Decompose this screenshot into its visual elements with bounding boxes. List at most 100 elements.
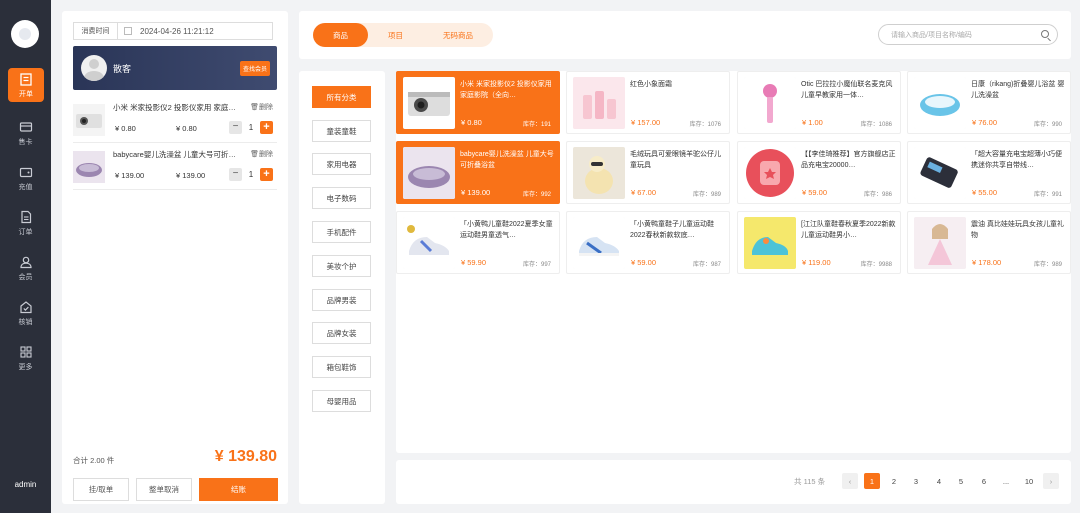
page-button[interactable]: 4 xyxy=(931,473,947,489)
nav-item-orders[interactable]: 订单 xyxy=(0,203,51,243)
microphone-image xyxy=(744,77,796,129)
decrease-quantity-button[interactable]: − xyxy=(229,121,242,134)
delete-button[interactable]: 🗑删除 xyxy=(250,102,273,112)
product-card[interactable]: 红色小象面霜 ¥ 157.00 库存：1076 xyxy=(566,71,730,134)
product-name: 日康（rikang)折叠婴儿浴盆 婴儿洗澡盆 xyxy=(971,81,1065,99)
product-card[interactable]: 【【李佳琦推荐】官方旗舰店正品充电宝20000… ¥ 59.00 库存：986 xyxy=(737,141,901,204)
trash-icon: 🗑 xyxy=(250,104,259,111)
product-card[interactable]: babycare婴儿洗澡盆 儿童大号可折叠浴盆 ¥ 139.00 库存：992 xyxy=(396,141,560,204)
product-card[interactable]: 毛绒玩具可爱眼镜羊驼公仔儿童玩具 ¥ 67.00 库存：989 xyxy=(566,141,730,204)
product-price: ¥ 139.00 xyxy=(461,188,491,197)
product-name: 小米 米家投影仪2 投影仪家用 家庭影院（全向… xyxy=(460,81,552,99)
product-card[interactable]: 震油 真比娃娃玩具女孩儿童礼物 ¥ 178.00 库存：989 xyxy=(907,211,1071,274)
nav-item-more[interactable]: 更多 xyxy=(0,338,51,378)
product-name: 【【李佳琦推荐】官方旗舰店正品充电宝20000… xyxy=(801,151,896,169)
prev-page-button[interactable]: ‹ xyxy=(842,473,858,489)
product-card[interactable]: Otic 巴拉拉小魔仙联名麦克风儿童早教家用一体… ¥ 1.00 库存：1086 xyxy=(737,71,901,134)
cart-item-name: 小米 米家投影仪2 投影仪家用 家庭影院（全向… xyxy=(113,103,238,112)
search-placeholder: 请输入商品/项目名称/编码 xyxy=(891,31,972,39)
cart-item-price: ¥ 139.00 xyxy=(115,171,145,180)
page-button[interactable]: 10 xyxy=(1021,473,1037,489)
category-item[interactable]: 品牌女装 xyxy=(312,322,371,344)
product-stock: 库存：9988 xyxy=(860,262,892,268)
tab-services[interactable]: 项目 xyxy=(368,23,423,47)
nav-item-verify[interactable]: 核销 xyxy=(0,293,51,333)
product-card[interactable]: 「超大容量充电宝超薄小巧便携迷你共享自带线… ¥ 55.00 库存：991 xyxy=(907,141,1071,204)
product-price: ¥ 59.00 xyxy=(802,188,828,197)
increase-quantity-button[interactable]: + xyxy=(260,168,273,181)
delete-button[interactable]: 🗑删除 xyxy=(250,149,273,159)
logo xyxy=(11,20,39,48)
cancel-order-button[interactable]: 整单取消 xyxy=(136,478,192,501)
page-button[interactable]: 2 xyxy=(886,473,902,489)
main-navigation: 开单 售卡 充值 订单 会员 核销 更多 admin xyxy=(0,0,51,513)
consume-time-value: 2024-04-26 11:21:12 xyxy=(140,26,214,36)
page-button[interactable]: 6 xyxy=(976,473,992,489)
category-item[interactable]: 箱包鞋饰 xyxy=(312,356,371,378)
cart-panel: 消费时间 2024-04-26 11:21:12 散客 查找会员 小米 米家投影… xyxy=(62,11,288,504)
nav-item-checkout[interactable]: 开单 xyxy=(8,68,44,102)
page-ellipsis: ... xyxy=(1002,476,1010,486)
trash-icon: 🗑 xyxy=(250,151,259,158)
find-member-button[interactable]: 查找会员 xyxy=(239,61,270,76)
nav-label: 核销 xyxy=(18,318,33,326)
category-item[interactable]: 家用电器 xyxy=(312,153,371,175)
search-input[interactable]: 请输入商品/项目名称/编码 xyxy=(878,24,1058,45)
product-stock: 库存：992 xyxy=(522,192,551,198)
current-user[interactable]: admin xyxy=(0,480,51,489)
nav-item-sell-card[interactable]: 售卡 xyxy=(0,113,51,153)
product-price: ¥ 157.00 xyxy=(631,118,661,127)
bathtub-image xyxy=(73,151,105,183)
category-item[interactable]: 品牌男装 xyxy=(312,289,371,311)
product-stock: 库存：1076 xyxy=(689,122,721,128)
checkout-button[interactable]: 结账 xyxy=(199,478,278,501)
category-item[interactable]: 电子数码 xyxy=(312,187,371,209)
next-page-button[interactable]: › xyxy=(1043,473,1059,489)
category-item[interactable]: 所有分类 xyxy=(312,86,371,108)
product-card[interactable]: 「小黄鸭童鞋子儿童运动鞋2022春秋新款软底… ¥ 59.00 库存：987 xyxy=(566,211,730,274)
page-button[interactable]: 5 xyxy=(953,473,969,489)
category-item[interactable]: 童装童鞋 xyxy=(312,120,371,142)
bathtub-image xyxy=(914,77,966,129)
nav-label: 充值 xyxy=(18,183,33,191)
calendar-icon xyxy=(124,27,132,35)
member-card: 散客 查找会员 xyxy=(73,46,277,90)
product-name: 「小黄鸭童鞋子儿童运动鞋2022春秋新款软底… xyxy=(630,221,714,239)
product-card[interactable]: 小米 米家投影仪2 投影仪家用 家庭影院（全向… ¥ 0.80 库存：191 xyxy=(396,71,560,134)
product-card[interactable]: [江江队童鞋春秋夏季2022新款儿童运动鞋男小… ¥ 119.00 库存：998… xyxy=(737,211,901,274)
category-item[interactable]: 美妆个护 xyxy=(312,255,371,277)
product-price: ¥ 178.00 xyxy=(972,258,1002,267)
nav-item-recharge[interactable]: 充值 xyxy=(0,158,51,198)
tab-no-barcode[interactable]: 无码商品 xyxy=(423,23,493,47)
quantity-value[interactable]: 1 xyxy=(245,170,257,179)
product-price: ¥ 67.00 xyxy=(631,188,657,197)
verify-icon xyxy=(19,300,32,313)
product-price: ¥ 1.00 xyxy=(802,118,823,127)
card-icon xyxy=(19,121,32,132)
quantity-value[interactable]: 1 xyxy=(245,123,257,132)
cart-item-subtotal: ¥ 139.00 xyxy=(176,171,206,180)
product-card[interactable]: 日康（rikang)折叠婴儿浴盆 婴儿洗澡盆 ¥ 76.00 库存：990 xyxy=(907,71,1071,134)
product-card[interactable]: 「小黄鸭儿童鞋2022夏季女童运动鞋男童透气… ¥ 59.90 库存：997 xyxy=(396,211,560,274)
increase-quantity-button[interactable]: + xyxy=(260,121,273,134)
tab-goods[interactable]: 商品 xyxy=(313,23,368,47)
nav-label: 开单 xyxy=(19,90,33,98)
total-amount: ¥ 139.80 xyxy=(214,448,277,465)
search-icon[interactable] xyxy=(1041,30,1049,38)
product-stock: 库存：191 xyxy=(522,122,551,128)
category-item[interactable]: 手机配件 xyxy=(312,221,371,243)
nav-item-members[interactable]: 会员 xyxy=(0,248,51,288)
hold-order-button[interactable]: 挂/取单 xyxy=(73,478,129,501)
product-name: 红色小象面霜 xyxy=(630,81,672,88)
cart-item-subtotal: ¥ 0.80 xyxy=(176,124,197,133)
plush-image xyxy=(573,147,625,199)
product-grid: 小米 米家投影仪2 投影仪家用 家庭影院（全向… ¥ 0.80 库存：191 红… xyxy=(396,71,1071,453)
page-button[interactable]: 1 xyxy=(864,473,880,489)
product-price: ¥ 119.00 xyxy=(802,258,831,267)
category-item[interactable]: 母婴用品 xyxy=(312,390,371,412)
decrease-quantity-button[interactable]: − xyxy=(229,168,242,181)
page-button[interactable]: 3 xyxy=(908,473,924,489)
order-icon xyxy=(20,210,31,223)
delete-label: 删除 xyxy=(259,104,273,111)
consume-time-picker[interactable]: 2024-04-26 11:21:12 xyxy=(118,22,273,40)
